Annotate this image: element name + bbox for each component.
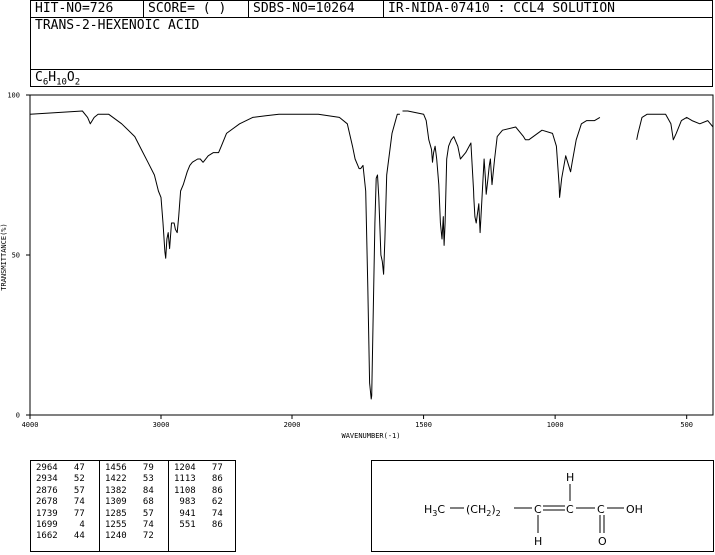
peak-row: 1204 77 — [174, 463, 223, 473]
peak-column-1: 2964 47 2934 52 2876 57 2678 74 1739 77 1699 … — [36, 463, 85, 543]
spectrum-traces — [29, 110, 714, 400]
peak-row: 1422 53 — [105, 474, 154, 485]
alkene-carbon-1: C — [534, 503, 542, 516]
peak-row: 1699 4 — [36, 520, 85, 531]
chain-label: (CH2)2 — [466, 503, 501, 518]
peak-row: 941 74 — [174, 508, 223, 519]
structure-box: H3C (CH2)2 C C H H C O OH — [371, 460, 714, 552]
peak-row: 1108 86 — [174, 485, 223, 496]
x-tick-label: 3000 — [153, 421, 170, 429]
peak-row: 1309 68 — [105, 497, 154, 508]
x-tick-label: 1500 — [415, 421, 432, 429]
compound-name: TRANS-2-HEXENOIC ACID — [35, 18, 200, 33]
compound-name-box: TRANS-2-HEXENOIC ACID — [30, 17, 713, 70]
ir-spectrum-chart: 4000 3000 2000 1500 1000 500 0 50 100 WAVENUMBER… — [0, 92, 714, 440]
peak-row: 1255 74 — [105, 520, 154, 531]
carbonyl-oxygen: O — [598, 535, 607, 548]
x-axis-label: WAVENUMBER(-1) — [341, 432, 400, 440]
peak-row: 2934 52 — [36, 474, 85, 485]
molecular-formula: C6H10O2 — [30, 69, 713, 87]
peak-row: 551 86 — [174, 520, 223, 531]
peak-row: 1113 86 — [174, 474, 223, 485]
peak-row: 1662 44 — [36, 531, 85, 542]
peak-row: 983 62 — [174, 497, 223, 508]
peak-row: 1739 77 — [36, 508, 85, 519]
peak-row: 2876 57 — [36, 485, 85, 496]
peak-column-2: 1456 79 1422 53 1382 84 1309 68 1285 57 1255 … — [105, 463, 154, 543]
score: SCORE= ( ) — [143, 0, 249, 18]
peak-row: 1240 72 — [105, 531, 154, 542]
peak-row: 2678 74 — [36, 497, 85, 508]
x-tick-label: 500 — [680, 421, 693, 429]
hydrogen-top: H — [566, 471, 574, 484]
y-tick-label: 0 — [16, 412, 20, 420]
alkene-carbon-2: C — [566, 503, 574, 516]
peak-row: 1382 84 — [105, 485, 154, 496]
peak-column-3: 1204 77 1113 86 1108 86 983 62 941 74 551 … — [174, 463, 223, 531]
hydrogen-bottom: H — [534, 535, 542, 548]
carbonyl-carbon: C — [597, 503, 605, 516]
spectrum-trace-segment-2 — [402, 110, 601, 246]
peak-table: 2964 47 2934 52 2876 57 2678 74 1739 77 1699 … — [30, 460, 236, 552]
spectrum-trace-segment-3 — [636, 113, 714, 141]
y-axis-label: TRANSMITTANCE(%) — [0, 223, 8, 290]
x-tick-label: 4000 — [22, 421, 39, 429]
hydroxyl-label: OH — [626, 503, 643, 516]
spectrum-trace-segment-1 — [29, 110, 400, 400]
hit-number: HIT-NO=726 — [30, 0, 144, 18]
axis-ticks: 4000 3000 2000 1500 1000 500 0 50 100 — [7, 92, 693, 430]
sdbs-number: SDBS-NO=10264 — [248, 0, 384, 18]
y-tick-label: 50 — [12, 252, 20, 260]
peak-row: 1285 57 — [105, 508, 154, 519]
methyl-label: H3C — [424, 503, 445, 518]
structure-diagram: H3C (CH2)2 C C H H C O OH — [424, 471, 643, 548]
x-tick-label: 1000 — [547, 421, 564, 429]
x-tick-label: 2000 — [284, 421, 301, 429]
spectrum-header: HIT-NO=726 SCORE= ( ) SDBS-NO=10264 IR-N… — [30, 0, 713, 87]
peak-row: 1456 79 — [105, 463, 154, 473]
ir-measurement-id: IR-NIDA-07410 : CCL4 SOLUTION — [383, 0, 713, 18]
y-tick-label: 100 — [7, 92, 20, 100]
peak-row: 2964 47 — [36, 463, 85, 473]
plot-frame — [29, 94, 714, 416]
